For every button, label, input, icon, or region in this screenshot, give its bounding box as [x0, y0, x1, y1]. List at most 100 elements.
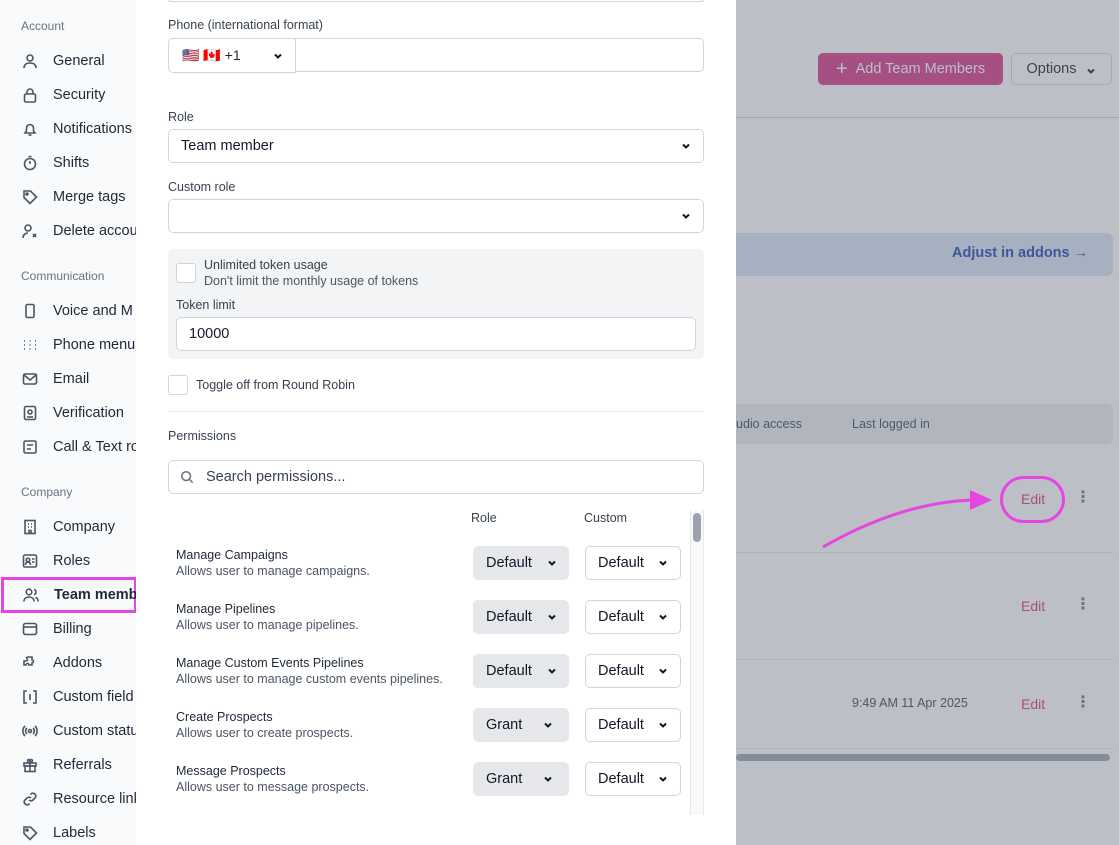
sidebar-item-label: General — [53, 53, 105, 69]
roles-icon — [22, 553, 38, 569]
round-robin-label: Toggle off from Round Robin — [196, 378, 355, 392]
sidebar-item-merge-tags[interactable]: Merge tags — [0, 180, 137, 214]
permission-description: Allows user to manage campaigns. — [176, 564, 370, 578]
chevron-down-icon — [547, 612, 557, 622]
country-code-value: 🇺🇸 🇨🇦 +1 — [182, 47, 241, 63]
sidebar-item-label: Custom statu — [53, 723, 137, 739]
sidebar-item-label: Roles — [53, 553, 91, 569]
sidebar-item-referrals[interactable]: Referrals — [0, 748, 137, 782]
permission-role-select[interactable]: Grant — [473, 708, 569, 742]
sidebar-item-general[interactable]: General — [0, 44, 137, 78]
sidebar-item-custom-statuses[interactable]: Custom statu — [0, 714, 137, 748]
sidebar-item-shifts[interactable]: Shifts — [0, 146, 137, 180]
role-select[interactable]: Team member — [168, 129, 704, 163]
search-permissions-input[interactable]: Search permissions... — [168, 460, 704, 494]
chevron-down-icon — [681, 211, 691, 221]
permission-description: Allows user to manage pipelines. — [176, 618, 359, 632]
chevron-down-icon — [547, 558, 557, 568]
token-limit-input[interactable]: 10000 — [176, 317, 696, 351]
permission-name: Manage Pipelines — [176, 602, 276, 616]
permissions-label: Permissions — [168, 429, 237, 443]
sidebar-item-notifications[interactable]: Notifications — [0, 112, 137, 146]
sidebar-item-delete-account[interactable]: Delete accou — [0, 214, 137, 248]
custom-role-select[interactable] — [168, 199, 704, 233]
sidebar-item-phone-menu[interactable]: Phone menu — [0, 328, 137, 362]
chevron-down-icon — [658, 558, 668, 568]
sidebar-item-label: Email — [53, 371, 90, 387]
phone-device-icon — [22, 303, 38, 319]
lock-icon — [22, 87, 38, 103]
permission-custom-select[interactable]: Default — [585, 708, 681, 742]
broadcast-icon — [22, 723, 38, 739]
sidebar-item-label: Notifications — [53, 121, 132, 137]
link-icon — [22, 791, 38, 807]
unlimited-token-description: Don't limit the monthly usage of tokens — [204, 274, 419, 288]
wallet-icon — [22, 621, 38, 637]
chevron-down-icon — [543, 774, 553, 784]
puzzle-icon — [22, 655, 38, 671]
permission-role-select[interactable]: Default — [473, 600, 569, 634]
chevron-down-icon — [547, 666, 557, 676]
chevron-down-icon — [658, 666, 668, 676]
permission-custom-select[interactable]: Default — [585, 546, 681, 580]
permission-name: Create Prospects — [176, 710, 273, 724]
sidebar-item-billing[interactable]: Billing — [0, 612, 137, 646]
annotation-highlight-circle — [1000, 476, 1065, 523]
search-icon — [180, 470, 194, 484]
permission-role-select[interactable]: Default — [473, 546, 569, 580]
unlimited-token-title: Unlimited token usage — [204, 258, 328, 272]
sidebar-item-label: Team memb — [54, 587, 137, 603]
permissions-scrollbar-thumb[interactable] — [693, 513, 701, 542]
permission-description: Allows user to message prospects. — [176, 780, 370, 794]
permission-custom-select[interactable]: Default — [585, 600, 681, 634]
permissions-scrollbar-track[interactable] — [690, 510, 704, 815]
custom-role-label: Custom role — [168, 180, 236, 194]
settings-sidebar: Account General Security Notifications S… — [0, 0, 137, 845]
sidebar-item-custom-fields[interactable]: Custom field — [0, 680, 137, 714]
chevron-down-icon — [681, 141, 691, 151]
sidebar-item-label: Labels — [53, 825, 96, 841]
sidebar-item-label: Voice and M — [53, 303, 133, 319]
routing-icon — [22, 439, 38, 455]
sidebar-section-communication: Communication — [21, 269, 105, 283]
sidebar-item-resource-links[interactable]: Resource link — [0, 782, 137, 816]
divider — [168, 411, 704, 412]
unlimited-token-checkbox[interactable] — [176, 263, 196, 283]
mail-icon — [22, 371, 38, 387]
sidebar-item-roles[interactable]: Roles — [0, 544, 137, 578]
building-icon — [22, 519, 38, 535]
sidebar-item-team-members[interactable]: Team memb — [1, 577, 137, 613]
column-header-custom: Custom — [584, 511, 628, 525]
round-robin-checkbox[interactable] — [168, 375, 188, 395]
sidebar-item-label: Verification — [53, 405, 124, 421]
chevron-down-icon — [543, 720, 553, 730]
user-icon — [22, 53, 38, 69]
phone-number-input[interactable] — [296, 38, 704, 72]
dots-grid-icon — [22, 337, 38, 353]
sidebar-item-label: Merge tags — [53, 189, 126, 205]
country-code-select[interactable]: 🇺🇸 🇨🇦 +1 — [168, 38, 296, 73]
chevron-down-icon — [658, 774, 668, 784]
role-label: Role — [168, 110, 194, 124]
permission-custom-select[interactable]: Default — [585, 654, 681, 688]
sidebar-item-label: Resource link — [53, 791, 137, 807]
sidebar-item-call-text-routing[interactable]: Call & Text ro — [0, 430, 137, 464]
sidebar-item-label: Referrals — [53, 757, 112, 773]
sidebar-item-company[interactable]: Company — [0, 510, 137, 544]
sidebar-item-security[interactable]: Security — [0, 78, 137, 112]
brackets-icon — [22, 689, 38, 705]
sidebar-item-email[interactable]: Email — [0, 362, 137, 396]
phone-label: Phone (international format) — [168, 18, 323, 32]
sidebar-item-label: Security — [53, 87, 106, 103]
sidebar-item-verification[interactable]: Verification — [0, 396, 137, 430]
permission-name: Manage Campaigns — [176, 548, 288, 562]
permission-custom-select[interactable]: Default — [585, 762, 681, 796]
permission-role-select[interactable]: Grant — [473, 762, 569, 796]
permission-role-select[interactable]: Default — [473, 654, 569, 688]
sidebar-item-voice[interactable]: Voice and M — [0, 294, 137, 328]
sidebar-item-label: Shifts — [53, 155, 90, 171]
sidebar-item-label: Delete accou — [53, 223, 137, 239]
sidebar-item-addons[interactable]: Addons — [0, 646, 137, 680]
user-x-icon — [22, 223, 38, 239]
sidebar-item-labels[interactable]: Labels — [0, 816, 137, 845]
